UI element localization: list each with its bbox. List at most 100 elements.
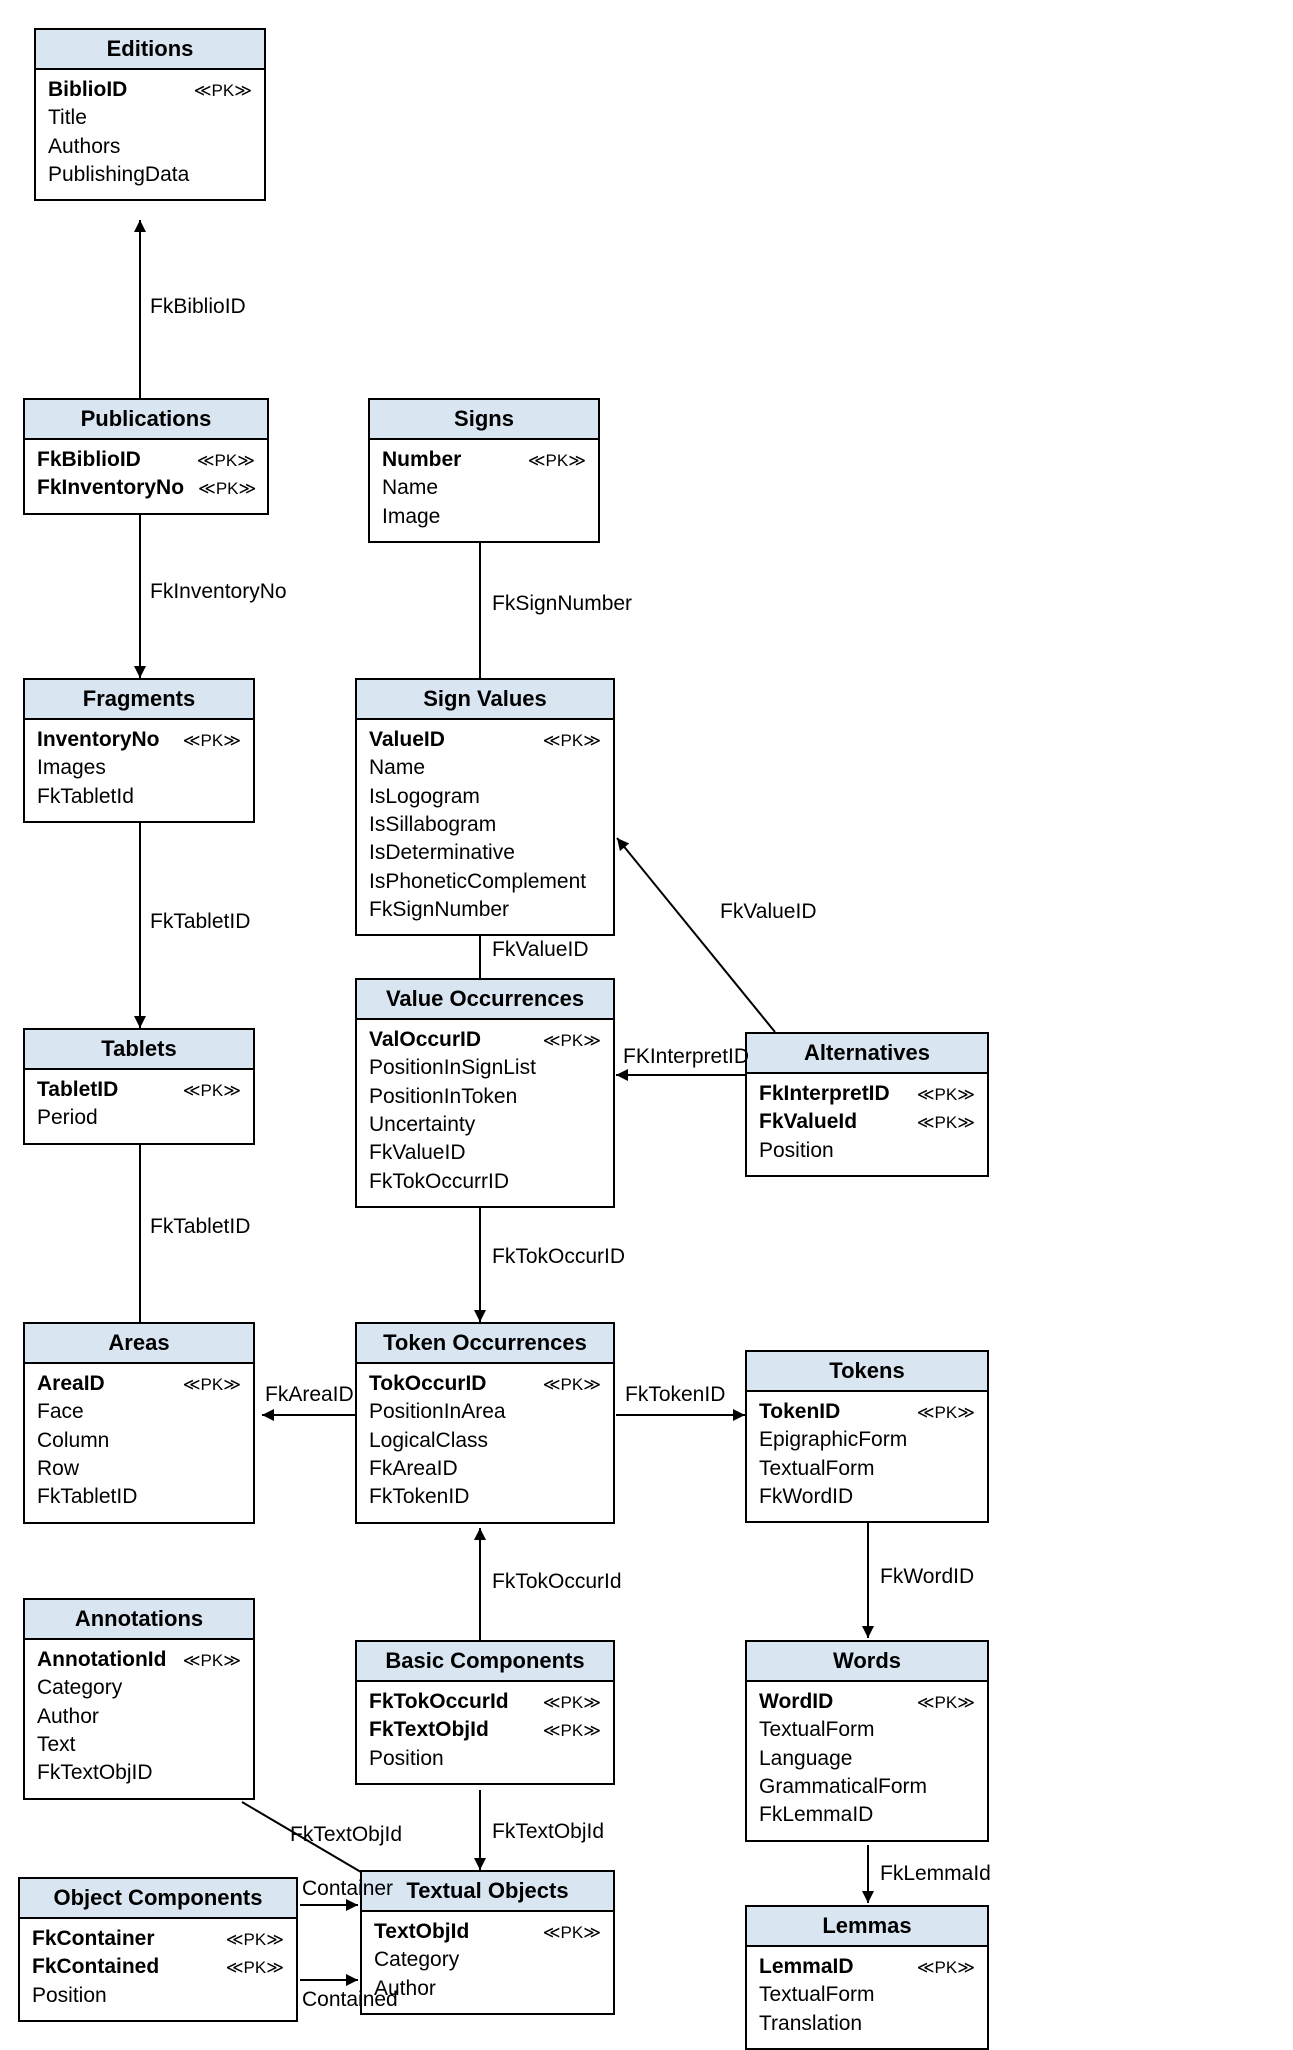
- attribute-row: FkTextObjId≪PK≫: [369, 1716, 601, 1744]
- edge-label: FkTabletID: [150, 910, 250, 934]
- attribute-name: FkContainer: [32, 1925, 155, 1953]
- edge-label: FkBiblioID: [150, 295, 246, 319]
- attribute-row: Number ≪PK≫: [382, 446, 586, 474]
- entity-lemmas: Lemmas LemmaID≪PK≫TextualFormTranslation: [745, 1905, 989, 2050]
- edge-label: FkValueID: [720, 900, 816, 924]
- entity-signs: Signs Number≪PK≫NameImage: [368, 398, 600, 543]
- entity-object-components: Object Components FkContainer ≪PK≫FkConta…: [18, 1877, 298, 2022]
- entity-title: Object Components: [20, 1879, 296, 1919]
- attribute-row: Title: [48, 104, 252, 132]
- attribute-row: Authors: [48, 133, 252, 161]
- attribute-row: PublishingData: [48, 161, 252, 189]
- pk-marker: ≪PK≫: [226, 1957, 284, 1980]
- entity-title: Sign Values: [357, 680, 613, 720]
- attribute-row: FkTokenID: [369, 1483, 601, 1511]
- entity-title: Token Occurrences: [357, 1324, 613, 1364]
- attribute-row: FkTabletId: [37, 783, 241, 811]
- attribute-name: PositionInArea: [369, 1398, 506, 1426]
- attribute-row: FkInterpretID≪PK≫: [759, 1080, 975, 1108]
- attribute-row: Face: [37, 1398, 241, 1426]
- entity-body: TokenID≪PK≫EpigraphicFormTextualFormFkWo…: [747, 1392, 987, 1521]
- attribute-row: Language: [759, 1745, 975, 1773]
- attribute-name: FkTextObjId: [369, 1716, 489, 1744]
- attribute-name: FkValueId: [759, 1108, 857, 1136]
- edge-label: FkTextObjId: [290, 1823, 402, 1847]
- attribute-row: GrammaticalForm: [759, 1773, 975, 1801]
- entity-title: Areas: [25, 1324, 253, 1364]
- entity-tablets: Tablets TabletID≪PK≫Period: [23, 1028, 255, 1145]
- attribute-name: ValueID: [369, 726, 445, 754]
- attribute-name: EpigraphicForm: [759, 1426, 907, 1454]
- attribute-name: FkTokOccurrID: [369, 1168, 509, 1196]
- attribute-name: WordID: [759, 1688, 833, 1716]
- attribute-row: TextualForm: [759, 1455, 975, 1483]
- pk-marker: ≪PK≫: [917, 1957, 975, 1980]
- attribute-row: ValueID ≪PK≫: [369, 726, 601, 754]
- attribute-name: TokenID: [759, 1398, 840, 1426]
- pk-marker: ≪PK≫: [543, 1922, 601, 1945]
- pk-marker: ≪PK≫: [183, 1080, 241, 1103]
- attribute-row: EpigraphicForm: [759, 1426, 975, 1454]
- attribute-row: FkTextObjID: [37, 1759, 241, 1787]
- pk-marker: ≪PK≫: [543, 730, 601, 753]
- attribute-row: PositionInArea: [369, 1398, 601, 1426]
- edge-label: Contained: [302, 1988, 398, 2012]
- attribute-row: AreaID≪PK≫: [37, 1370, 241, 1398]
- entity-body: ValOccurID≪PK≫PositionInSignListPosition…: [357, 1020, 613, 1206]
- attribute-name: LogicalClass: [369, 1427, 488, 1455]
- attribute-row: IsDeterminative: [369, 839, 601, 867]
- edge-label: Container: [302, 1877, 393, 1901]
- attribute-name: FkTokOccurId: [369, 1688, 509, 1716]
- attribute-row: AnnotationId≪PK≫: [37, 1646, 241, 1674]
- pk-marker: ≪PK≫: [194, 80, 252, 103]
- entity-areas: Areas AreaID≪PK≫FaceColumnRowFkTabletID: [23, 1322, 255, 1524]
- attribute-row: FkWordID: [759, 1483, 975, 1511]
- entity-title: Fragments: [25, 680, 253, 720]
- er-diagram-canvas: Editions BiblioID≪PK≫TitleAuthorsPublish…: [0, 0, 1293, 2043]
- attribute-name: TextualForm: [759, 1716, 875, 1744]
- attribute-row: TokOccurID≪PK≫: [369, 1370, 601, 1398]
- attribute-row: FkTokOccurId≪PK≫: [369, 1688, 601, 1716]
- attribute-row: FkValueId≪PK≫: [759, 1108, 975, 1136]
- attribute-name: FkLemmaID: [759, 1801, 873, 1829]
- attribute-name: GrammaticalForm: [759, 1773, 927, 1801]
- attribute-name: TextualForm: [759, 1455, 875, 1483]
- attribute-row: Text: [37, 1731, 241, 1759]
- attribute-name: ValOccurID: [369, 1026, 481, 1054]
- entity-token-occurrences: Token Occurrences TokOccurID≪PK≫Position…: [355, 1322, 615, 1524]
- attribute-name: Number: [382, 446, 461, 474]
- attribute-row: IsLogogram: [369, 783, 601, 811]
- attribute-name: Name: [369, 754, 425, 782]
- entity-words: Words WordID≪PK≫TextualFormLanguageGramm…: [745, 1640, 989, 1842]
- attribute-name: FkTabletId: [37, 783, 134, 811]
- attribute-row: Uncertainty: [369, 1111, 601, 1139]
- attribute-name: Author: [37, 1703, 99, 1731]
- attribute-row: Category: [37, 1674, 241, 1702]
- pk-marker: ≪PK≫: [917, 1692, 975, 1715]
- attribute-row: FkLemmaID: [759, 1801, 975, 1829]
- edge-label: FkInventoryNo: [150, 580, 287, 604]
- attribute-name: Position: [32, 1982, 107, 2010]
- attribute-row: FkContained≪PK≫: [32, 1953, 284, 1981]
- attribute-row: WordID ≪PK≫: [759, 1688, 975, 1716]
- attribute-name: LemmaID: [759, 1953, 854, 1981]
- entity-body: FkBiblioID≪PK≫FkInventoryNo≪PK≫: [25, 440, 267, 513]
- attribute-name: Category: [37, 1674, 122, 1702]
- attribute-name: FkTextObjID: [37, 1759, 153, 1787]
- attribute-name: FkValueID: [369, 1139, 465, 1167]
- entity-body: Number≪PK≫NameImage: [370, 440, 598, 541]
- attribute-row: PositionInToken: [369, 1083, 601, 1111]
- pk-marker: ≪PK≫: [183, 730, 241, 753]
- pk-marker: ≪PK≫: [183, 1374, 241, 1397]
- attribute-name: Period: [37, 1104, 98, 1132]
- attribute-row: FkTokOccurrID: [369, 1168, 601, 1196]
- attribute-row: Position: [369, 1745, 601, 1773]
- attribute-name: IsLogogram: [369, 783, 480, 811]
- entity-fragments: Fragments InventoryNo≪PK≫ImagesFkTabletI…: [23, 678, 255, 823]
- attribute-row: Image: [382, 503, 586, 531]
- attribute-row: BiblioID≪PK≫: [48, 76, 252, 104]
- pk-marker: ≪PK≫: [528, 450, 586, 473]
- attribute-row: Column: [37, 1427, 241, 1455]
- entity-body: BiblioID≪PK≫TitleAuthorsPublishingData: [36, 70, 264, 199]
- attribute-name: TextObjId: [374, 1918, 469, 1946]
